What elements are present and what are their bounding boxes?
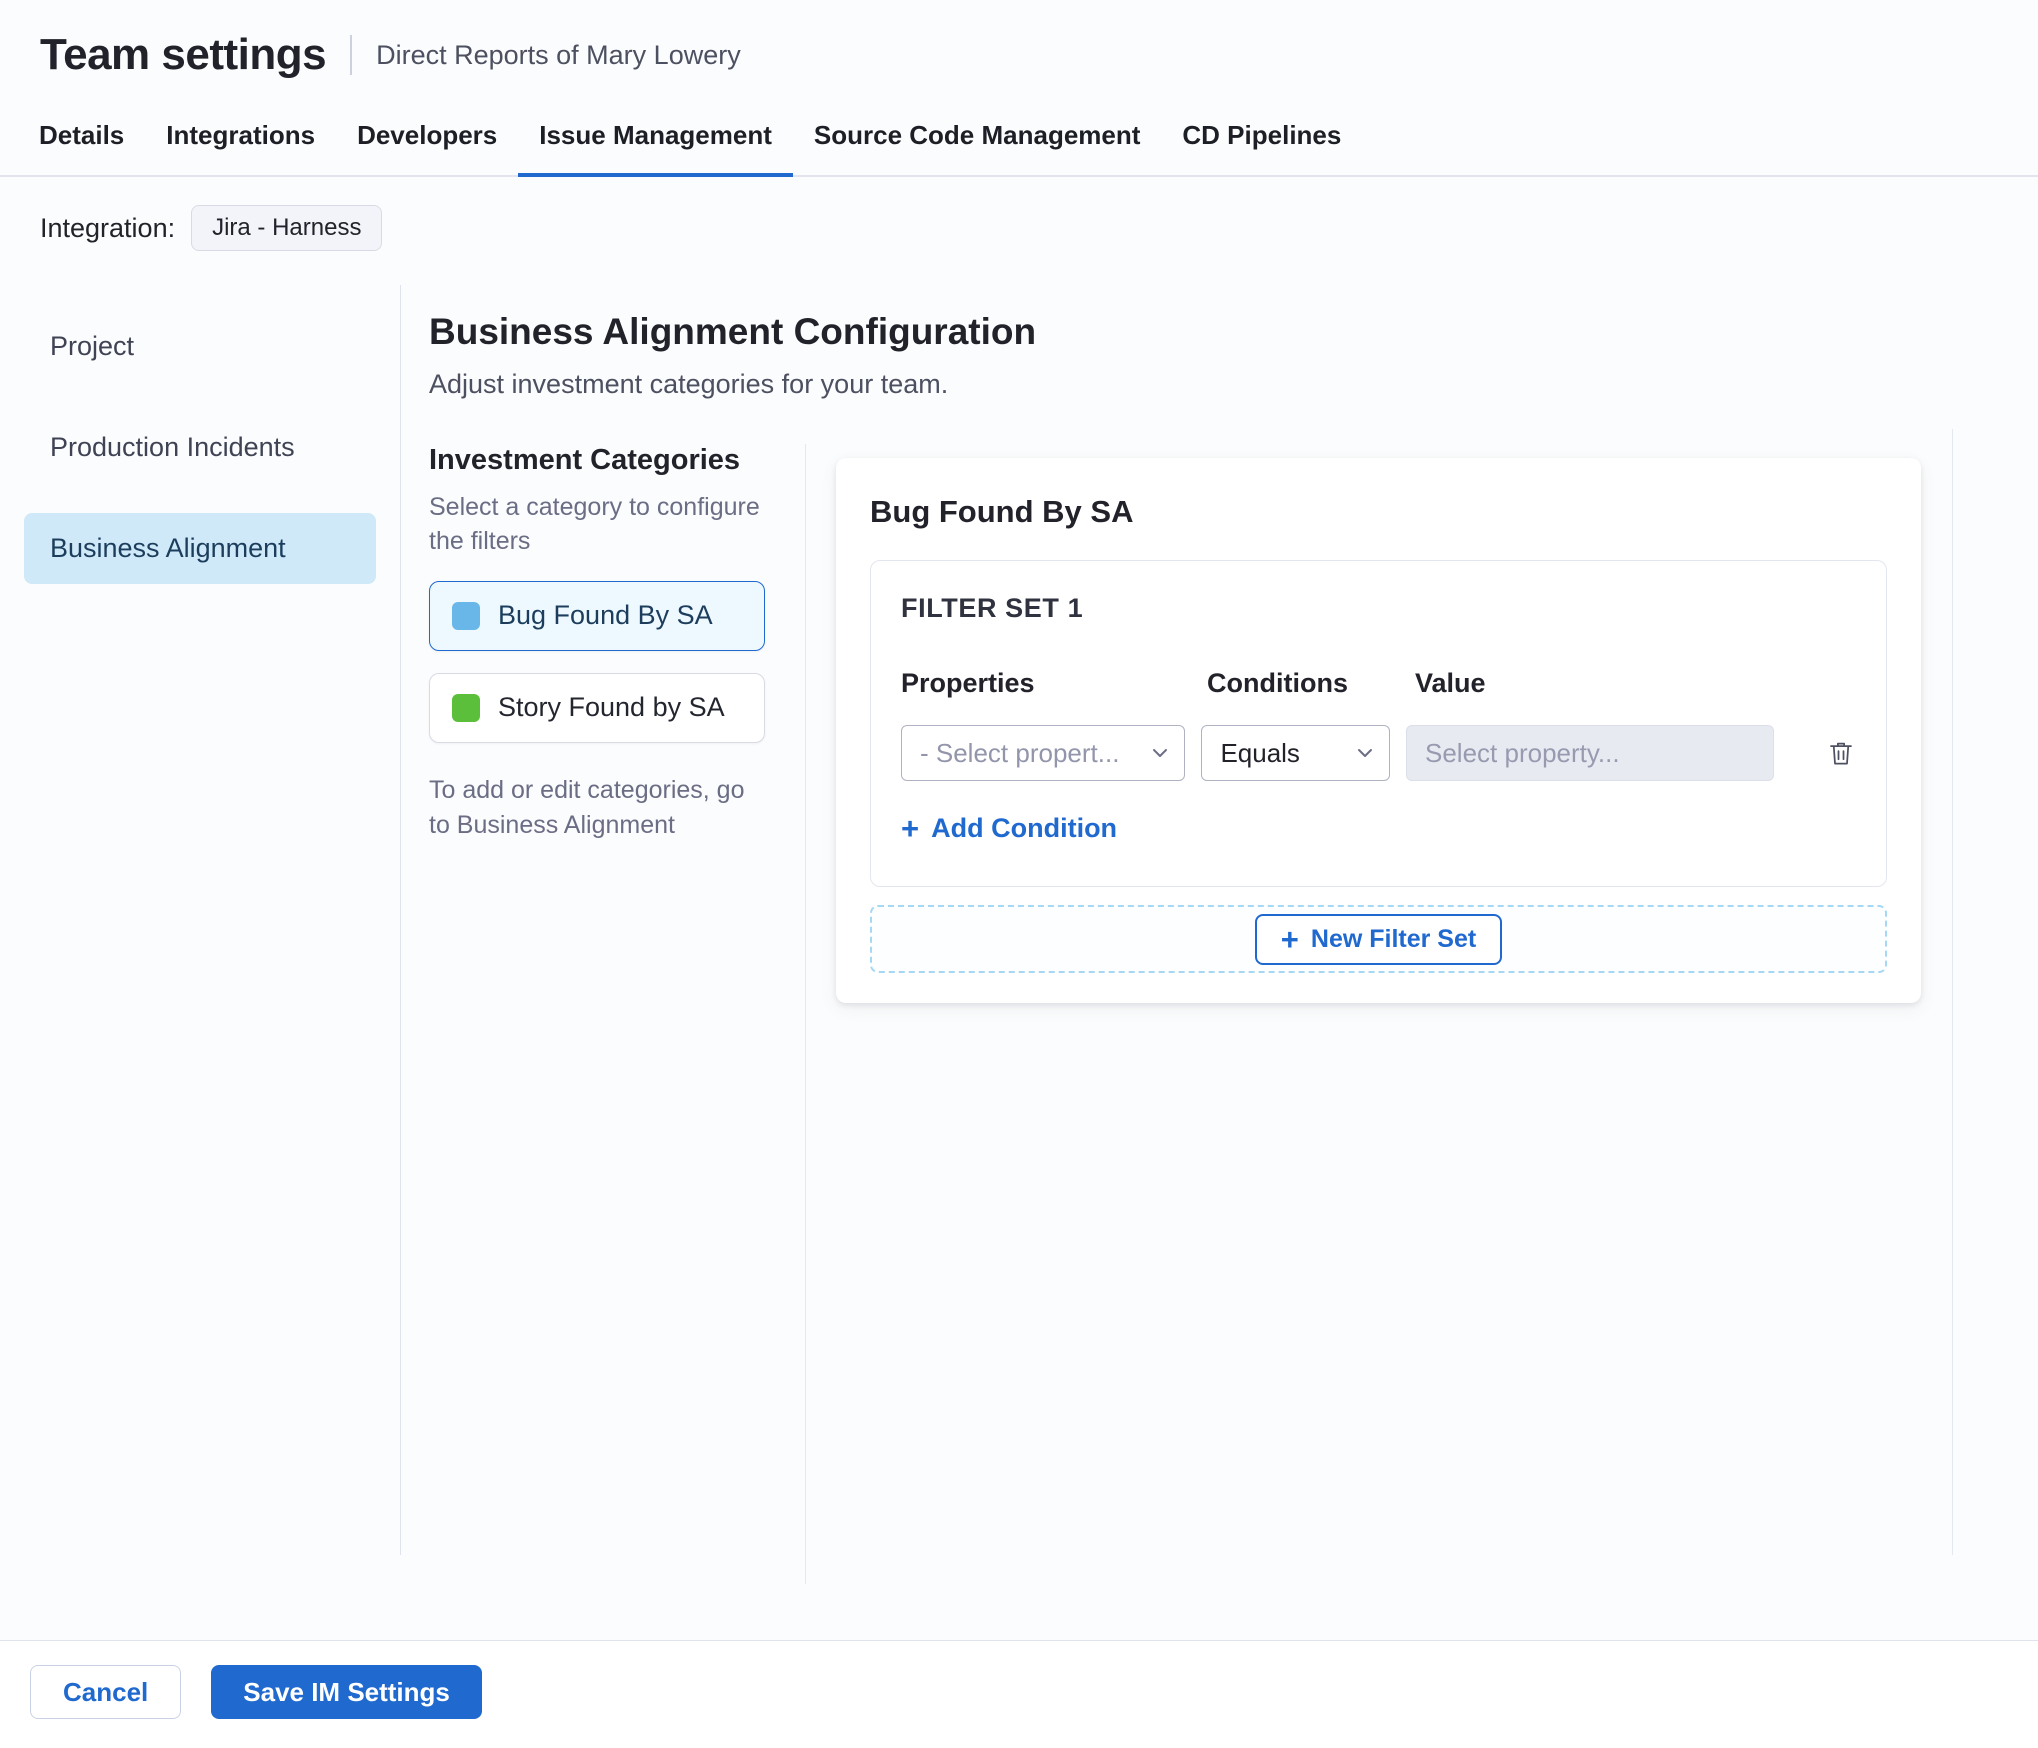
conditions-column-label: Conditions — [1207, 668, 1348, 698]
content: Project Production Incidents Business Al… — [0, 285, 2038, 1584]
plus-icon: + — [1280, 921, 1299, 957]
new-filter-set-button[interactable]: + New Filter Set — [1254, 913, 1503, 965]
tab-developers[interactable]: Developers — [336, 100, 518, 177]
tab-issue-management[interactable]: Issue Management — [518, 100, 793, 177]
property-select-value: - Select propert... — [920, 737, 1120, 768]
condition-select[interactable]: Equals — [1201, 725, 1390, 781]
value-column-label: Value — [1415, 668, 1486, 698]
filter-set-title: FILTER SET 1 — [901, 593, 1084, 623]
tab-details[interactable]: Details — [18, 100, 145, 177]
category-config-card: Bug Found By SA FILTER SET 1 Properties … — [836, 458, 1921, 1003]
category-label: Bug Found By SA — [498, 600, 713, 630]
add-condition-label: Add Condition — [931, 813, 1118, 843]
category-color-swatch — [452, 601, 480, 630]
investment-categories-column: Investment Categories Select a category … — [429, 444, 806, 1584]
settings-sidebar: Project Production Incidents Business Al… — [0, 285, 401, 1555]
page: Team settings Direct Reports of Mary Low… — [0, 0, 2038, 1748]
integration-row: Integration: Jira - Harness — [0, 177, 2038, 285]
integration-chip[interactable]: Jira - Harness — [191, 205, 383, 251]
right-divider — [1952, 429, 1953, 1555]
categories-footnote: To add or edit categories, go to Busines… — [429, 775, 745, 839]
cancel-button[interactable]: Cancel — [30, 1665, 182, 1719]
condition-select-value: Equals — [1220, 737, 1300, 768]
plus-icon: + — [901, 811, 920, 846]
new-filter-set-label: New Filter Set — [1310, 924, 1477, 953]
chevron-down-icon — [1148, 741, 1172, 765]
tab-source-code-management[interactable]: Source Code Management — [793, 100, 1162, 177]
new-filter-set-zone: + New Filter Set — [870, 905, 1887, 973]
categories-heading: Investment Categories — [429, 444, 741, 476]
tab-bar: Details Integrations Developers Issue Ma… — [0, 100, 2038, 177]
page-subtitle: Direct Reports of Mary Lowery — [376, 39, 741, 70]
main-body: Investment Categories Select a category … — [429, 444, 1998, 1584]
add-condition-button[interactable]: + Add Condition — [901, 813, 1117, 844]
chevron-down-icon — [1353, 741, 1377, 765]
category-color-swatch — [452, 693, 480, 722]
category-item-bug-found-by-sa[interactable]: Bug Found By SA — [429, 580, 765, 651]
value-input[interactable] — [1406, 725, 1774, 781]
trash-icon — [1830, 742, 1852, 765]
filter-set-card: FILTER SET 1 Properties Conditions Value… — [870, 560, 1887, 887]
condition-column-labels: Properties Conditions Value — [901, 668, 1856, 699]
title-divider — [350, 35, 353, 75]
tab-cd-pipelines[interactable]: CD Pipelines — [1161, 100, 1362, 177]
footer-actions: Cancel Save IM Settings — [0, 1640, 2038, 1748]
header: Team settings Direct Reports of Mary Low… — [0, 0, 2038, 100]
integration-label: Integration: — [40, 212, 176, 243]
condition-row: - Select propert... Equals — [901, 725, 1856, 781]
section-title: Business Alignment Configuration — [429, 311, 1037, 352]
sidebar-item-production-incidents[interactable]: Production Incidents — [24, 412, 376, 483]
sidebar-item-business-alignment[interactable]: Business Alignment — [24, 513, 376, 584]
page-title: Team settings — [40, 30, 327, 79]
panel-title: Bug Found By SA — [870, 494, 1134, 529]
main-area: Business Alignment Configuration Adjust … — [401, 285, 2038, 1584]
properties-column-label: Properties — [901, 668, 1035, 698]
property-select[interactable]: - Select propert... — [901, 725, 1186, 781]
tab-integrations[interactable]: Integrations — [145, 100, 336, 177]
section-subtitle: Adjust investment categories for your te… — [429, 369, 949, 399]
categories-hint: Select a category to configure the filte… — [429, 493, 760, 555]
category-item-story-found-by-sa[interactable]: Story Found by SA — [429, 672, 765, 743]
save-im-settings-button[interactable]: Save IM Settings — [211, 1665, 482, 1719]
category-label: Story Found by SA — [498, 692, 725, 722]
filter-panel-column: Bug Found By SA FILTER SET 1 Properties … — [806, 444, 1998, 1003]
delete-condition-button[interactable] — [1826, 737, 1856, 769]
sidebar-item-project[interactable]: Project — [24, 311, 376, 382]
